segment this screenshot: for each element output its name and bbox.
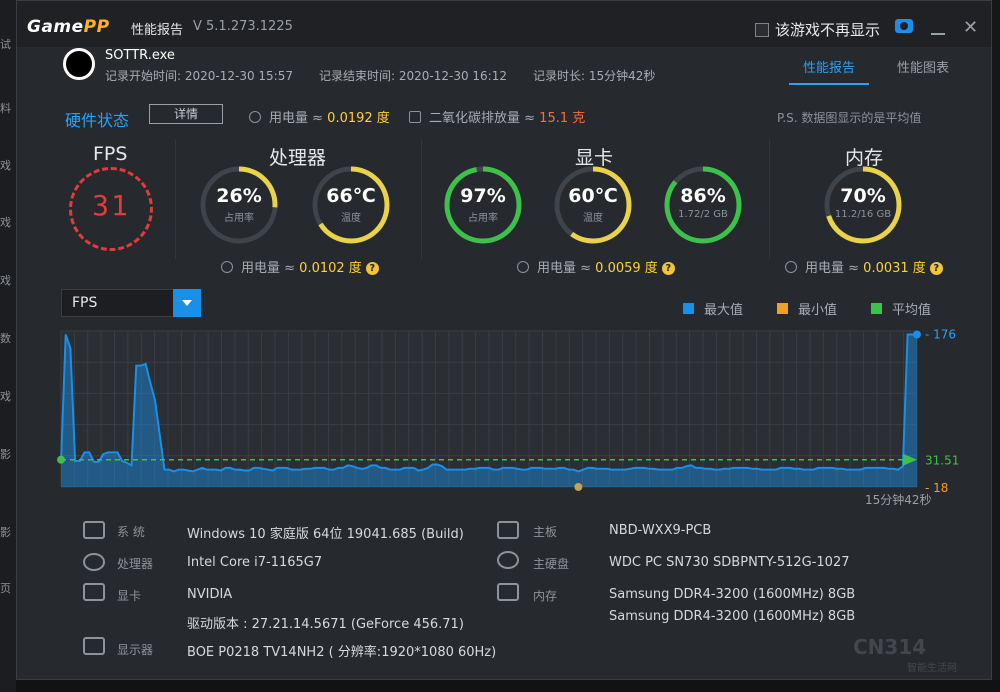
info-key-cpu: 处理器 [117, 557, 154, 571]
screenshot-camera-icon[interactable] [895, 19, 913, 33]
total-power: 用电量 ≈ 0.0192 度 [249, 107, 390, 126]
info-value-gpu: NVIDIA [187, 587, 233, 602]
hardware-status-heading: 硬件状态 [65, 111, 130, 130]
no-display-label: 该游戏不再显示 [775, 21, 881, 39]
average-start-marker [57, 455, 65, 464]
gpu-icon [83, 583, 105, 601]
legend-max-swatch [683, 303, 694, 314]
bg-text-1: 试 [0, 38, 11, 51]
window-title: 性能报告 [131, 23, 184, 38]
bg-text-4: 戏 [0, 216, 11, 229]
tab-performance-report[interactable]: 性能报告 [803, 57, 855, 76]
detail-button[interactable]: 详情 [149, 104, 223, 124]
motherboard-icon [497, 521, 519, 539]
info-value-memory-1: Samsung DDR4-3200 (1600MHz) 8GB [609, 587, 856, 602]
gpu-memory-gauge: 86% 1.72/2 GB [663, 165, 743, 245]
info-key-motherboard: 主板 [533, 525, 558, 539]
power-icon [221, 261, 233, 273]
cpu-temp-gauge: 66℃ 温度 [311, 165, 391, 245]
average-value-label: 31.51 [925, 454, 959, 468]
chart-duration-label: 15分钟42秒 [865, 493, 932, 507]
bg-text-3: 戏 [0, 159, 11, 172]
record-duration: 记录时长: 15分钟42秒 [533, 69, 656, 83]
cpu-usage-gauge: 26% 占用率 [199, 165, 279, 245]
bg-text-2: 料 [0, 102, 11, 115]
help-icon[interactable]: ? [661, 262, 675, 275]
info-value-system: Windows 10 家庭版 64位 19041.685 (Build) [187, 527, 464, 542]
bg-text-10: 页 [0, 582, 11, 595]
background-window-strip: 试 料 戏 戏 戏 数 戏 影 影 页 [0, 0, 16, 692]
info-value-driver: 驱动版本 : 27.21.14.5671 (GeForce 456.71) [187, 617, 464, 632]
bg-text-9: 影 [0, 526, 11, 539]
legend-min: 最小值 [777, 299, 837, 318]
memory-icon [497, 583, 519, 601]
co2-icon [409, 111, 421, 123]
active-tab-indicator [789, 83, 869, 85]
cpu-icon [83, 553, 105, 571]
close-button[interactable]: ✕ [963, 17, 978, 38]
game-name: SOTTR.exe [105, 48, 175, 63]
windows-icon [83, 521, 105, 539]
info-key-monitor: 显示器 [117, 643, 154, 657]
info-key-memory: 内存 [533, 589, 558, 603]
help-icon[interactable]: ? [929, 262, 943, 275]
monitor-icon [83, 637, 105, 655]
info-key-system: 系 统 [117, 525, 145, 539]
no-display-toggle[interactable]: 该游戏不再显示 [755, 19, 880, 40]
gamepp-logo: GamePP [27, 17, 110, 37]
power-icon [517, 261, 529, 273]
max-value-label: - 176 [925, 327, 956, 341]
info-value-memory-2: Samsung DDR4-3200 (1600MHz) 8GB [609, 609, 856, 624]
watermark-subtitle: 智能生活网 [907, 663, 957, 674]
title-bar: GamePP 性能报告 V 5.1.273.1225 该游戏不再显示 ✕ [17, 1, 991, 47]
cpu-power: 用电量 ≈ 0.0102 度? [221, 257, 379, 276]
fps-value: 31 [92, 189, 130, 222]
gpu-temp-gauge: 60℃ 温度 [553, 165, 633, 245]
min-marker [574, 483, 583, 491]
watermark-logo: CN314 [853, 635, 927, 659]
info-value-monitor: BOE P0218 TV14NH2 ( 分辨率:1920*1080 60Hz) [187, 645, 497, 660]
info-key-gpu: 显卡 [117, 589, 142, 603]
version-label: V 5.1.273.1225 [193, 19, 293, 34]
bg-text-5: 戏 [0, 274, 11, 287]
legend-max: 最大值 [683, 299, 743, 318]
background-bottom-strip [16, 680, 1000, 692]
chevron-down-icon[interactable] [173, 289, 201, 317]
legend-avg-swatch [871, 303, 882, 314]
metric-select-value: FPS [72, 295, 98, 311]
memory-power: 用电量 ≈ 0.0031 度? [785, 257, 943, 276]
legend-min-swatch [777, 303, 788, 314]
record-start: 记录开始时间: 2020-12-30 15:57 [105, 69, 293, 83]
gpu-power: 用电量 ≈ 0.0059 度? [517, 257, 675, 276]
average-note: P.S. 数据图显示的是平均值 [777, 111, 922, 125]
disk-icon [497, 551, 519, 569]
bg-text-8: 影 [0, 448, 11, 461]
legend-avg: 平均值 [871, 299, 931, 318]
divider [175, 139, 176, 259]
no-display-checkbox[interactable] [755, 22, 769, 37]
game-icon [63, 48, 95, 80]
performance-report-window: GamePP 性能报告 V 5.1.273.1225 该游戏不再显示 ✕ SOT… [16, 0, 992, 680]
info-value-motherboard: NBD-WXX9-PCB [609, 523, 712, 538]
help-icon[interactable]: ? [365, 262, 379, 275]
info-value-disk: WDC PC SN730 SDBPNTY-512G-1027 [609, 555, 850, 570]
memory-usage-gauge: 70% 11.2/16 GB [823, 165, 903, 245]
power-icon [249, 111, 261, 123]
bg-text-6: 数 [0, 332, 11, 345]
info-key-disk: 主硬盘 [533, 557, 570, 571]
minimize-button[interactable] [931, 33, 945, 35]
fps-chart: - 17631.51- 18 [57, 327, 959, 495]
fps-title: FPS [93, 143, 128, 165]
power-icon [785, 261, 797, 273]
record-end: 记录结束时间: 2020-12-30 16:12 [319, 69, 507, 83]
max-marker [913, 330, 921, 339]
info-value-cpu: Intel Core i7-1165G7 [187, 555, 323, 570]
gpu-usage-gauge: 97% 占用率 [443, 165, 523, 245]
tab-performance-chart[interactable]: 性能图表 [897, 57, 949, 76]
divider [421, 139, 422, 259]
bg-text-7: 戏 [0, 390, 11, 403]
co2-emission: 二氧化碳排放量 ≈ 15.1 克 [409, 107, 585, 126]
metric-select[interactable]: FPS [61, 289, 201, 317]
divider [769, 139, 770, 259]
